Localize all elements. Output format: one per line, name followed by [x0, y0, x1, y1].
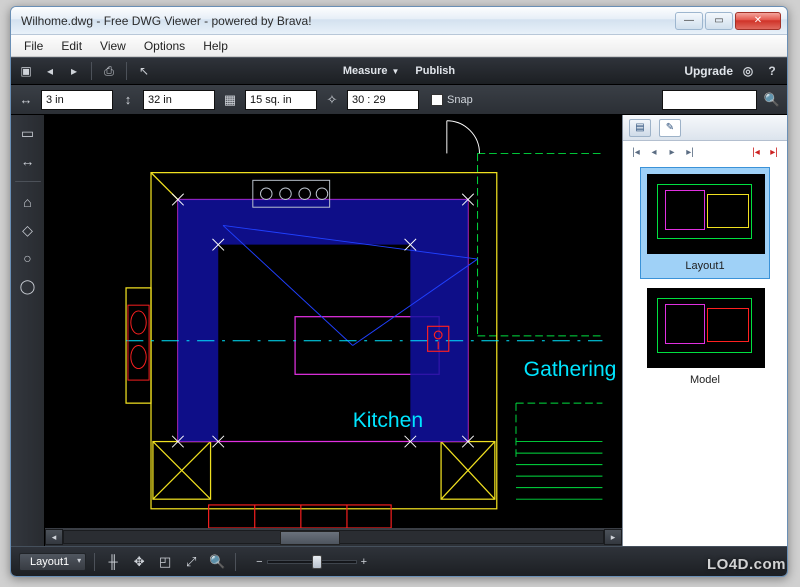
area-input[interactable]	[245, 90, 317, 110]
zoom-track[interactable]	[267, 560, 357, 564]
prev-page-icon[interactable]: ◂	[41, 62, 59, 80]
thumbnail-label: Layout1	[647, 260, 763, 272]
open-icon[interactable]: ▣	[17, 62, 35, 80]
statusbar-divider	[235, 553, 236, 571]
app-body: ▭ ↔ ⌂ ◇ ○ ◯	[11, 115, 787, 546]
layout-tab-label: Layout1	[30, 556, 69, 568]
thumbnail-list: Layout1 Model	[623, 161, 787, 546]
close-button[interactable]: ✕	[735, 12, 781, 30]
statusbar: Layout1 ╫ ✥ ◰ ⤢ 🔍 − +	[11, 546, 787, 576]
help-icon[interactable]: ?	[763, 62, 781, 80]
chevron-down-icon: ▼	[391, 67, 399, 76]
toolbar-divider	[15, 181, 41, 182]
snap-toggle[interactable]: Snap	[431, 94, 473, 106]
nav-mark-next-icon[interactable]: ▸|	[767, 147, 781, 158]
thumbnail-layout1[interactable]: Layout1	[640, 167, 770, 279]
diamond-icon[interactable]: ◇	[16, 218, 40, 242]
ruler-height-icon[interactable]: ↕	[117, 89, 139, 111]
toolbar-center: Measure ▼ Publish	[343, 65, 455, 77]
fit-width-icon[interactable]: ╫	[103, 552, 123, 572]
scroll-thumb[interactable]	[280, 531, 340, 545]
nav-last-icon[interactable]: ▸|	[683, 147, 697, 158]
time-input[interactable]	[347, 90, 419, 110]
menu-options[interactable]: Options	[135, 37, 194, 55]
angle-icon[interactable]: ✧	[321, 89, 343, 111]
thumbnail-preview	[647, 174, 765, 254]
nav-first-icon[interactable]: |◂	[629, 147, 643, 158]
menu-help[interactable]: Help	[194, 37, 237, 55]
pan-icon[interactable]: ✥	[129, 552, 149, 572]
kitchen-label: Kitchen	[353, 409, 423, 432]
thumbnail-model[interactable]: Model	[640, 281, 770, 393]
settings-icon[interactable]: ◎	[739, 62, 757, 80]
scroll-left-icon[interactable]: ◂	[45, 529, 63, 545]
measure-toolbar: ↔ ↕ ▦ ✧ Snap 🔍	[11, 85, 787, 115]
zoom-out-icon[interactable]: −	[256, 556, 262, 568]
thumbnail-panel: ▤ ✎ |◂ ◂ ▸ ▸| |◂ ▸| Layout1	[622, 115, 787, 546]
pan-select-icon[interactable]: ▭	[16, 121, 40, 145]
watermark: LO4D.com	[707, 556, 786, 573]
next-page-icon[interactable]: ▸	[65, 62, 83, 80]
circle-icon[interactable]: ○	[16, 246, 40, 270]
thumbnail-tab-layouts[interactable]: ▤	[629, 119, 651, 137]
thumbnail-label: Model	[647, 374, 763, 386]
thumbnail-preview	[647, 288, 765, 368]
window-title: Wilhome.dwg - Free DWG Viewer - powered …	[17, 14, 675, 28]
zoom-window-icon[interactable]: ◰	[155, 552, 175, 572]
move-icon[interactable]: ↔	[16, 149, 40, 173]
measure-menu[interactable]: Measure	[343, 65, 388, 77]
home-icon[interactable]: ⌂	[16, 190, 40, 214]
ellipse-icon[interactable]: ◯	[16, 274, 40, 298]
window-controls: — ▭ ✕	[675, 12, 781, 30]
width-input[interactable]	[41, 90, 113, 110]
left-toolbar: ▭ ↔ ⌂ ◇ ○ ◯	[11, 115, 45, 546]
toolbar-divider	[126, 62, 127, 80]
area-icon[interactable]: ▦	[219, 89, 241, 111]
height-input[interactable]	[143, 90, 215, 110]
thumbnail-tabs: ▤ ✎	[623, 115, 787, 141]
horizontal-scrollbar[interactable]: ◂ ▸	[45, 528, 622, 546]
titlebar[interactable]: Wilhome.dwg - Free DWG Viewer - powered …	[11, 7, 787, 35]
scroll-right-icon[interactable]: ▸	[604, 529, 622, 545]
cursor-icon[interactable]: ↖	[135, 62, 153, 80]
nav-prev-icon[interactable]: ◂	[647, 147, 661, 158]
checkbox-icon	[431, 94, 443, 106]
search-icon[interactable]: 🔍	[761, 89, 783, 111]
zoom-slider[interactable]: − +	[256, 556, 367, 568]
floorplan-svg: Kitchen Gathering	[45, 115, 622, 528]
top-toolbar: ▣ ◂ ▸ ⎙ ↖ Measure ▼ Publish Upgrade ◎ ?	[11, 57, 787, 85]
menu-file[interactable]: File	[15, 37, 52, 55]
toolbar-right: Upgrade ◎ ?	[684, 62, 781, 80]
upgrade-button[interactable]: Upgrade	[684, 64, 733, 78]
thumbnail-nav: |◂ ◂ ▸ ▸| |◂ ▸|	[623, 141, 787, 161]
nav-mark-prev-icon[interactable]: |◂	[749, 147, 763, 158]
toolbar-divider	[91, 62, 92, 80]
snap-label: Snap	[447, 94, 473, 106]
layout-tab-selector[interactable]: Layout1	[19, 553, 86, 571]
scroll-track[interactable]	[63, 530, 604, 544]
publish-menu[interactable]: Publish	[415, 65, 455, 77]
app-window: Wilhome.dwg - Free DWG Viewer - powered …	[10, 6, 788, 577]
thumbnail-tab-markup[interactable]: ✎	[659, 119, 681, 137]
zoom-extents-icon[interactable]: ⤢	[181, 552, 201, 572]
print-icon[interactable]: ⎙	[100, 62, 118, 80]
canvas-area: Kitchen Gathering ◂ ▸	[45, 115, 622, 546]
drawing-canvas[interactable]: Kitchen Gathering	[45, 115, 622, 528]
gathering-label: Gathering	[524, 358, 617, 381]
nav-next-icon[interactable]: ▸	[665, 147, 679, 158]
zoom-in-icon[interactable]: +	[361, 556, 367, 568]
minimize-button[interactable]: —	[675, 12, 703, 30]
search-input[interactable]	[662, 90, 757, 110]
menu-edit[interactable]: Edit	[52, 37, 91, 55]
menubar: File Edit View Options Help	[11, 35, 787, 57]
ruler-width-icon[interactable]: ↔	[15, 89, 37, 111]
magnify-icon[interactable]: 🔍	[207, 552, 227, 572]
maximize-button[interactable]: ▭	[705, 12, 733, 30]
zoom-knob[interactable]	[312, 555, 322, 569]
menu-view[interactable]: View	[91, 37, 135, 55]
statusbar-divider	[94, 553, 95, 571]
